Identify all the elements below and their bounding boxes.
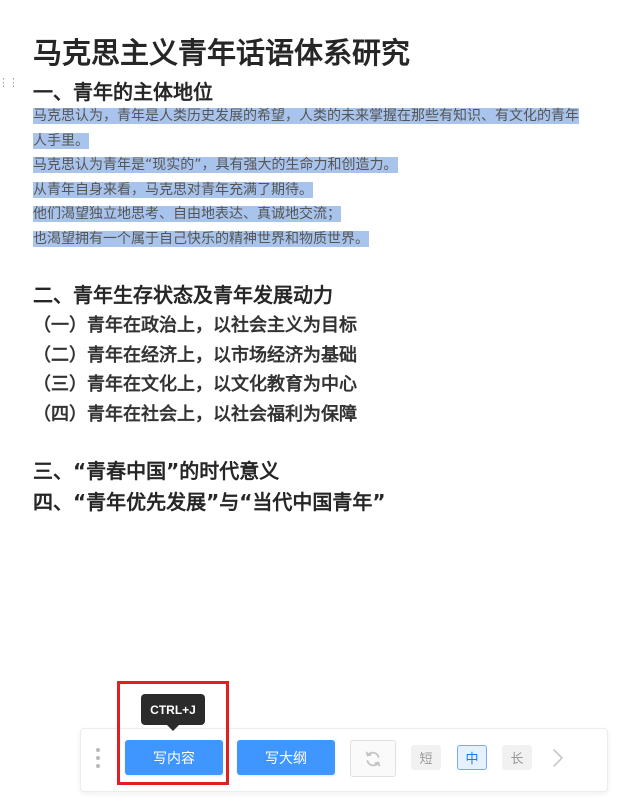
- length-long-button[interactable]: 长: [502, 745, 532, 770]
- section2-item: （三）青年在文化上，以文化教育为中心: [33, 374, 357, 395]
- section4-heading: 四、“青年优先发展”与“当代中国青年”: [33, 490, 386, 514]
- refresh-button[interactable]: [350, 740, 396, 777]
- selected-line: 从青年自身来看，马克思对青年充满了期待。: [33, 178, 621, 203]
- selected-line-text: 也渴望拥有一个属于自己快乐的精神世界和物质世界。: [33, 230, 369, 247]
- selected-text-block[interactable]: 马克思认为，青年是人类历史发展的希望，人类的未来掌握在那些有知识、有文化的青年 …: [33, 104, 621, 251]
- refresh-icon: [365, 751, 381, 766]
- selected-line-text: 从青年自身来看，马克思对青年充满了期待。: [33, 181, 313, 198]
- document-title: 马克思主义青年话语体系研究: [33, 36, 411, 70]
- length-medium-button[interactable]: 中: [457, 745, 487, 770]
- selected-line: 马克思认为，青年是人类历史发展的希望，人类的未来掌握在那些有知识、有文化的青年: [33, 104, 621, 129]
- selected-line-text: 他们渴望独立地思考、自由地表达、真诚地交流；: [33, 206, 341, 222]
- highlight-annotation-box: [117, 681, 229, 785]
- next-button[interactable]: [548, 744, 568, 772]
- selected-line-text: 马克思认为，青年是人类历史发展的希望，人类的未来掌握在那些有知识、有文化的青年: [33, 108, 579, 124]
- write-outline-button[interactable]: 写大纲: [237, 740, 335, 775]
- section2-item: （二）青年在经济上，以市场经济为基础: [33, 345, 357, 366]
- drag-dots-icon[interactable]: [95, 748, 101, 768]
- selected-line-text: 人手里。: [33, 132, 89, 149]
- block-drag-handle-icon[interactable]: ⋮⋮: [0, 77, 19, 88]
- selected-line-text: 马克思认为青年是“现实的”，具有强大的生命力和创造力。: [33, 157, 398, 173]
- length-short-button[interactable]: 短: [411, 745, 441, 770]
- section1-heading: 一、青年的主体地位: [33, 80, 213, 104]
- section2-item: （一）青年在政治上，以社会主义为目标: [33, 315, 357, 336]
- selected-line: 也渴望拥有一个属于自己快乐的精神世界和物质世界。: [33, 227, 621, 252]
- section2-item: （四）青年在社会上，以社会福利为保障: [33, 404, 357, 425]
- selected-line: 人手里。: [33, 129, 621, 154]
- chevron-right-icon: [553, 749, 563, 767]
- section2-heading: 二、青年生存状态及青年发展动力: [33, 283, 333, 307]
- selected-line: 马克思认为青年是“现实的”，具有强大的生命力和创造力。: [33, 153, 621, 178]
- selected-line: 他们渴望独立地思考、自由地表达、真诚地交流；: [33, 202, 621, 227]
- section3-heading: 三、“青春中国”的时代意义: [33, 459, 280, 483]
